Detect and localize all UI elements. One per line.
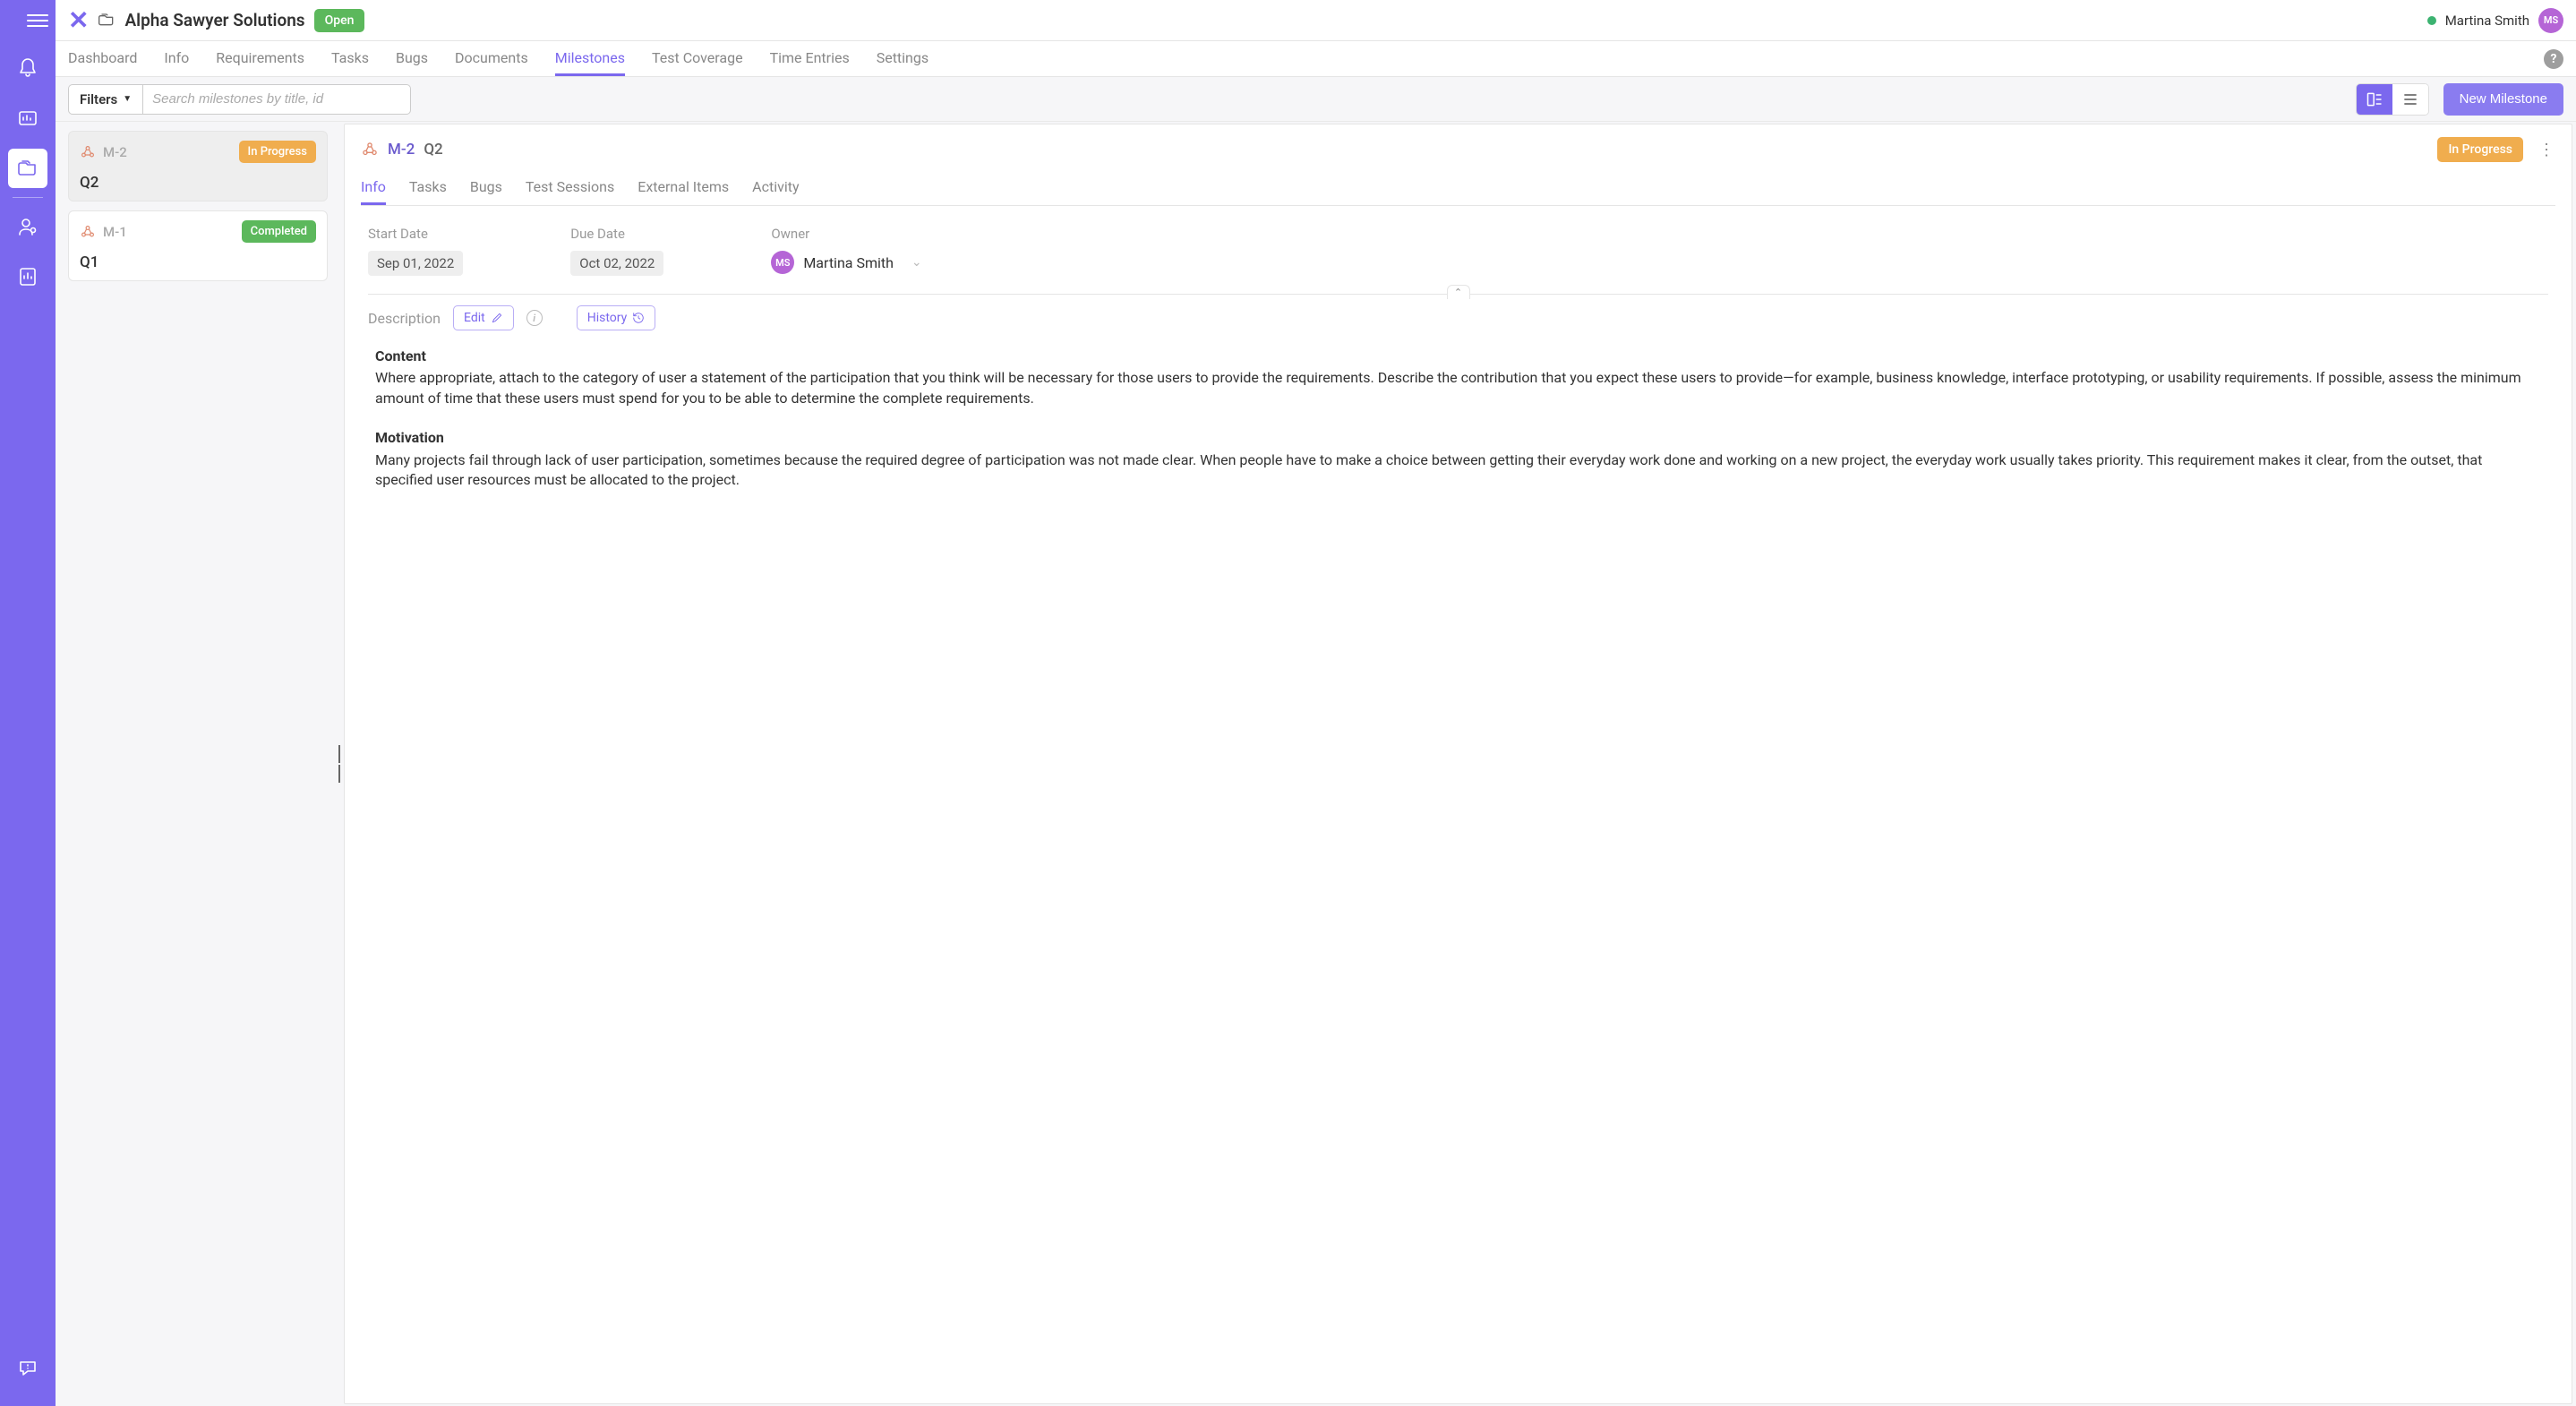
more-actions-icon[interactable]: ⋮ xyxy=(2537,141,2555,159)
sidebar-reports[interactable] xyxy=(8,257,47,296)
detail-status-badge[interactable]: In Progress xyxy=(2437,137,2523,162)
milestone-icon xyxy=(80,224,96,240)
sidebar-projects[interactable] xyxy=(8,149,47,188)
history-icon xyxy=(632,312,645,324)
current-user-avatar[interactable]: MS xyxy=(2538,8,2563,33)
tab-bugs[interactable]: Bugs xyxy=(396,41,428,76)
help-icon[interactable]: ? xyxy=(2544,49,2563,69)
panel-resize-handle[interactable] xyxy=(335,122,344,1406)
milestone-status-badge: Completed xyxy=(242,220,316,243)
view-cards-button[interactable] xyxy=(2357,84,2392,115)
owner-selector[interactable]: MS Martina Smith ⌄ xyxy=(771,251,921,274)
owner-label: Owner xyxy=(771,226,921,242)
sidebar-dashboard[interactable] xyxy=(8,99,47,138)
milestone-title: Q2 xyxy=(80,174,316,192)
search-input[interactable] xyxy=(142,84,411,115)
project-icon xyxy=(98,10,116,31)
tab-dashboard[interactable]: Dashboard xyxy=(68,41,137,76)
detail-tab-external-items[interactable]: External Items xyxy=(638,178,729,205)
pencil-icon xyxy=(491,312,503,324)
detail-tab-test-sessions[interactable]: Test Sessions xyxy=(526,178,614,205)
content-body: Where appropriate, attach to the categor… xyxy=(375,368,2541,408)
user-online-indicator xyxy=(2427,16,2436,25)
due-date-value[interactable]: Oct 02, 2022 xyxy=(570,251,663,276)
current-user-name[interactable]: Martina Smith xyxy=(2445,13,2529,29)
collapse-meta-icon[interactable]: ⌃ xyxy=(1447,285,1470,299)
filters-button[interactable]: Filters ▼ xyxy=(68,84,142,115)
main-column: ✕ Alpha Sawyer Solutions Open Martina Sm… xyxy=(56,0,2576,1406)
owner-name: Martina Smith xyxy=(803,254,894,271)
menu-toggle-icon[interactable] xyxy=(27,11,48,30)
tab-milestones[interactable]: Milestones xyxy=(555,41,625,76)
sidebar-support[interactable] xyxy=(8,1349,47,1388)
description-label: Description xyxy=(368,310,441,327)
milestone-status-badge: In Progress xyxy=(239,141,316,163)
milestone-card[interactable]: M-1 Completed Q1 xyxy=(68,210,328,281)
top-bar: ✕ Alpha Sawyer Solutions Open Martina Sm… xyxy=(56,0,2576,41)
due-date-block: Due Date Oct 02, 2022 xyxy=(570,226,663,276)
motivation-body: Many projects fail through lack of user … xyxy=(375,450,2541,491)
milestone-id: M-1 xyxy=(103,224,127,240)
milestone-id: M-2 xyxy=(103,144,127,160)
detail-milestone-id[interactable]: M-2 xyxy=(388,141,415,159)
milestone-detail-panel: M-2 Q2 In Progress ⋮ Info Tasks Bugs Tes… xyxy=(344,124,2572,1404)
detail-tab-tasks[interactable]: Tasks xyxy=(409,178,447,205)
start-date-label: Start Date xyxy=(368,226,463,242)
description-content: Content Where appropriate, attach to the… xyxy=(368,347,2548,490)
detail-tab-bugs[interactable]: Bugs xyxy=(470,178,502,205)
milestone-list: M-2 In Progress Q2 M-1 Completed Q1 xyxy=(56,122,335,1406)
view-toggle xyxy=(2356,83,2429,116)
tab-time-entries[interactable]: Time Entries xyxy=(770,41,850,76)
caret-down-icon: ▼ xyxy=(123,94,132,104)
tab-settings[interactable]: Settings xyxy=(877,41,929,76)
milestone-card[interactable]: M-2 In Progress Q2 xyxy=(68,131,328,201)
owner-block: Owner MS Martina Smith ⌄ xyxy=(771,226,921,274)
tab-requirements[interactable]: Requirements xyxy=(216,41,304,76)
project-name[interactable]: Alpha Sawyer Solutions xyxy=(124,10,304,30)
brand-logo-icon[interactable]: ✕ xyxy=(68,5,85,35)
vertical-sidebar xyxy=(0,0,56,1406)
sidebar-separator xyxy=(13,197,43,198)
project-status-badge: Open xyxy=(314,9,365,32)
milestone-title: Q1 xyxy=(80,253,316,271)
detail-tabs: Info Tasks Bugs Test Sessions External I… xyxy=(361,178,2555,206)
history-button[interactable]: History xyxy=(577,305,656,330)
content-area: M-2 In Progress Q2 M-1 Completed Q1 xyxy=(56,122,2576,1406)
start-date-block: Start Date Sep 01, 2022 xyxy=(368,226,463,276)
sidebar-users[interactable] xyxy=(8,207,47,246)
detail-tab-info[interactable]: Info xyxy=(361,178,386,205)
tab-tasks[interactable]: Tasks xyxy=(331,41,369,76)
tab-info[interactable]: Info xyxy=(164,41,189,76)
project-nav-tabs: Dashboard Info Requirements Tasks Bugs D… xyxy=(56,41,2576,77)
tab-documents[interactable]: Documents xyxy=(455,41,528,76)
milestone-icon xyxy=(361,141,379,159)
detail-milestone-title: Q2 xyxy=(424,141,442,159)
milestones-toolbar: Filters ▼ New Milestone xyxy=(56,77,2576,122)
owner-avatar: MS xyxy=(771,251,794,274)
info-icon[interactable]: i xyxy=(526,310,543,326)
detail-tab-activity[interactable]: Activity xyxy=(752,178,799,205)
motivation-heading: Motivation xyxy=(375,428,2541,448)
milestone-icon xyxy=(80,144,96,160)
chevron-down-icon: ⌄ xyxy=(911,255,922,270)
tab-test-coverage[interactable]: Test Coverage xyxy=(652,41,743,76)
edit-description-button[interactable]: Edit xyxy=(453,305,514,330)
sidebar-notifications[interactable] xyxy=(8,48,47,88)
filters-label: Filters xyxy=(80,91,117,107)
content-heading: Content xyxy=(375,347,2541,366)
due-date-label: Due Date xyxy=(570,226,663,242)
start-date-value[interactable]: Sep 01, 2022 xyxy=(368,251,463,276)
new-milestone-button[interactable]: New Milestone xyxy=(2443,83,2563,116)
view-list-button[interactable] xyxy=(2392,84,2428,115)
